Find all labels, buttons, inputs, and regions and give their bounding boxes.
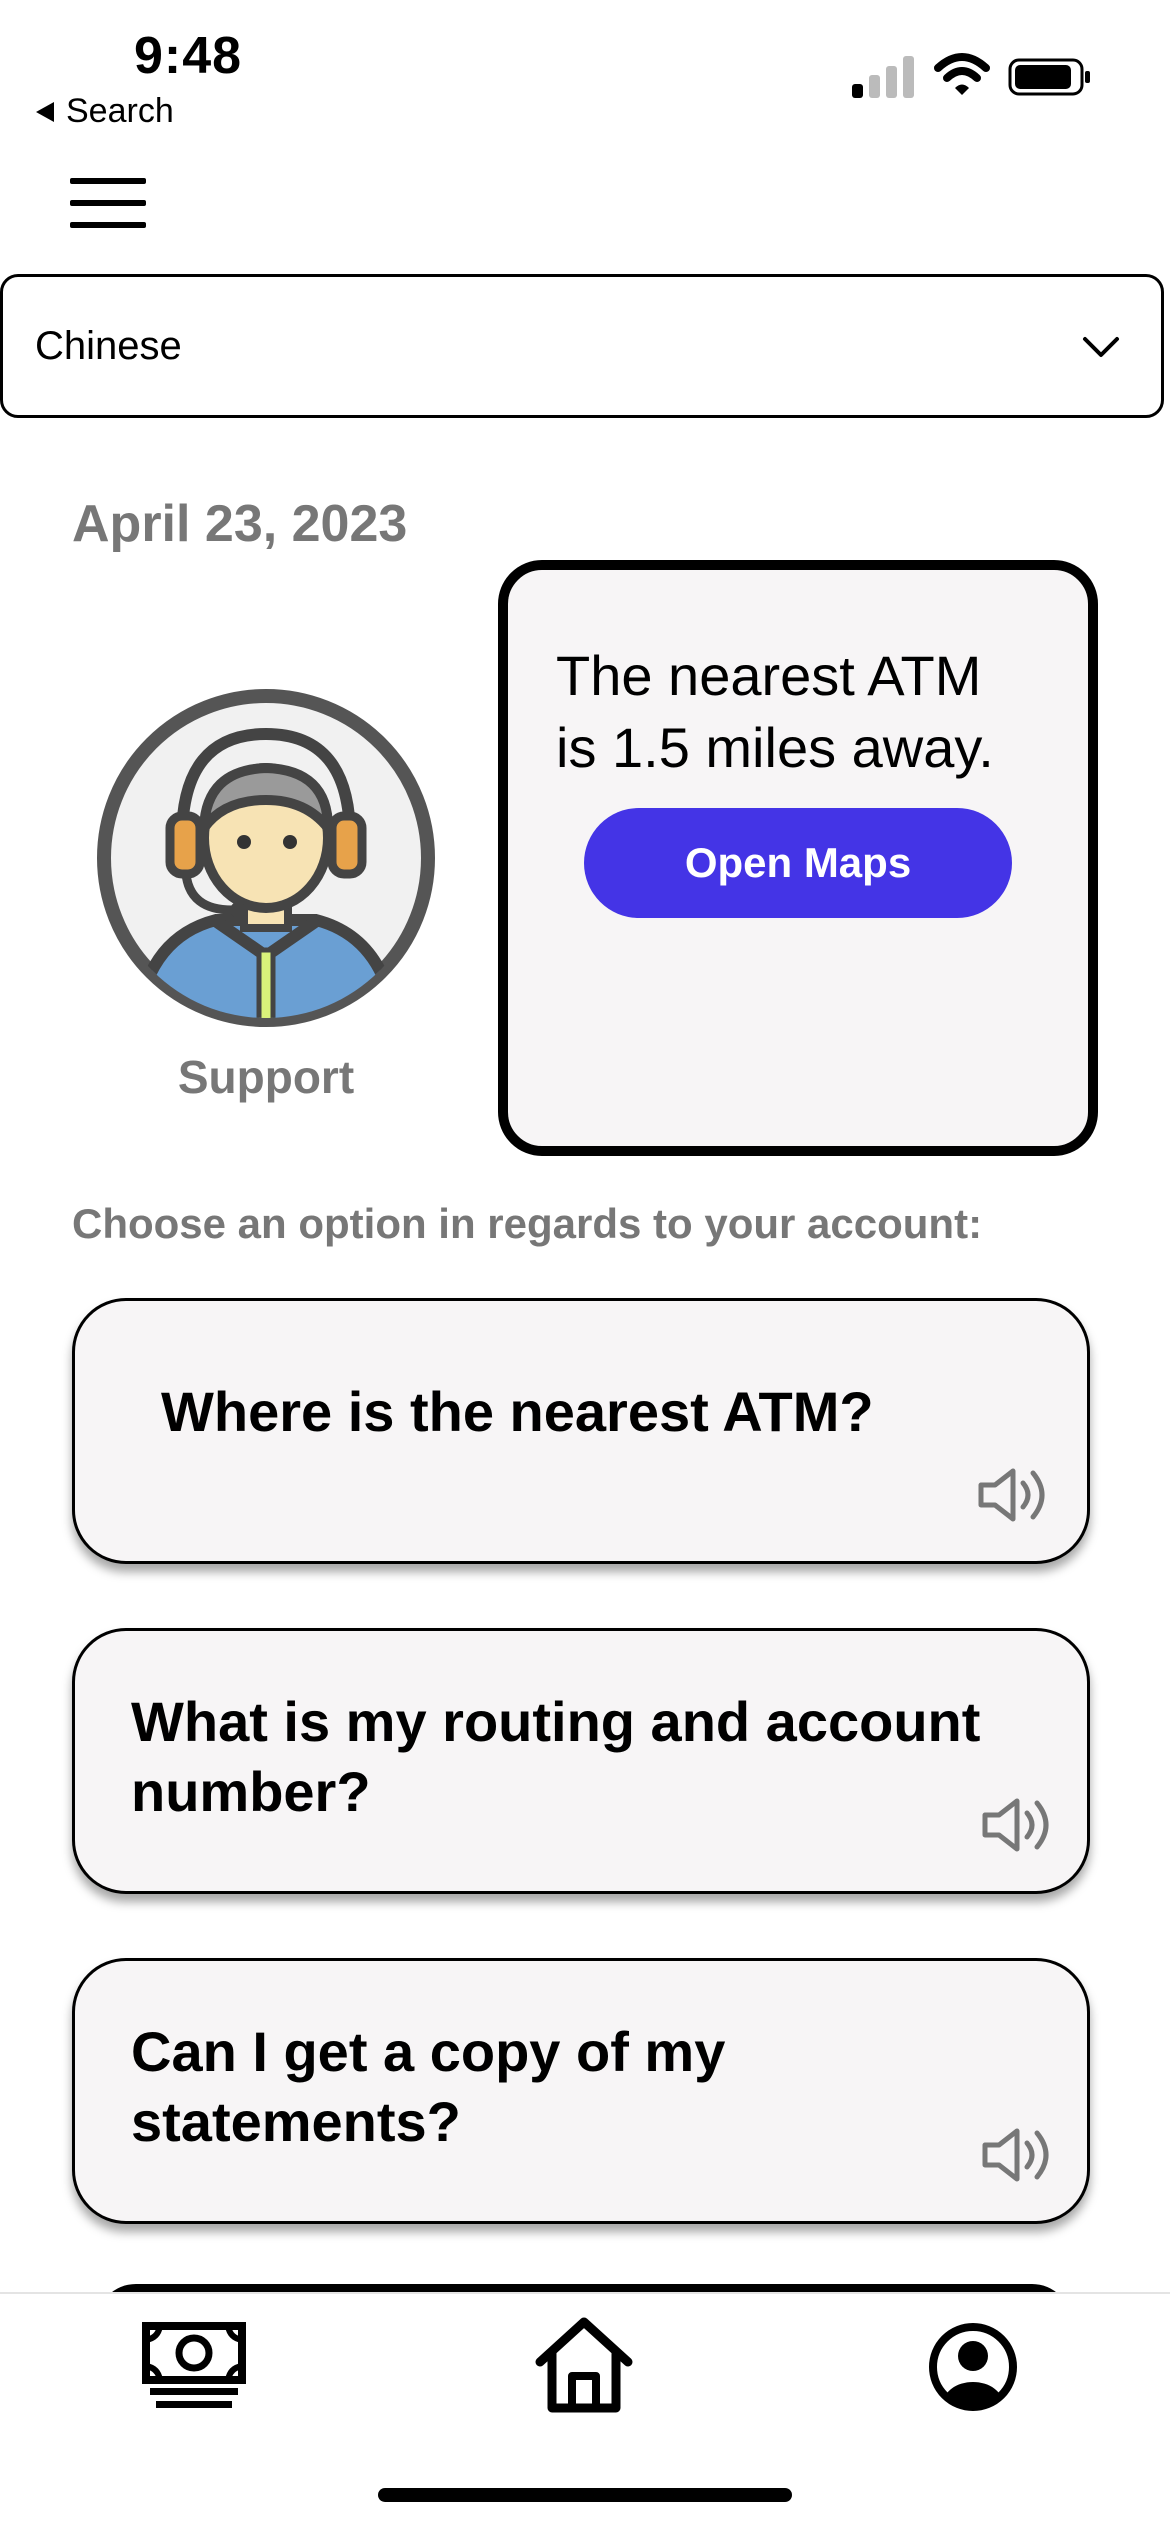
back-label: Search [66,92,174,130]
speaker-icon[interactable] [981,2127,1057,2183]
option-text-line2: statements? [131,2090,461,2153]
home-icon[interactable] [534,2316,634,2414]
speaker-icon[interactable] [981,1797,1057,1853]
back-to-search-link[interactable]: Search [36,92,174,131]
option-copy-of-statements[interactable]: Can I get a copy of my statements? [72,1958,1090,2224]
home-indicator [378,2488,792,2502]
status-time: 9:48 [134,27,243,85]
option-nearest-atm[interactable]: Where is the nearest ATM? [72,1298,1090,1564]
support-label: Support [177,1051,355,1103]
bottom-nav-divider [0,2292,1170,2294]
signal-icon [852,56,914,98]
options-prompt: Choose an option in regards to your acco… [72,1200,983,1247]
option-text-line2: number? [131,1760,371,1823]
option-text-line1: What is my routing and account [131,1690,981,1753]
option-routing-account-number[interactable]: What is my routing and account number? [72,1628,1090,1894]
open-maps-button[interactable]: Open Maps [584,808,1012,918]
atm-message-line2: is 1.5 miles away. [556,716,994,779]
support-agent-headset-icon[interactable] [96,688,436,1028]
hamburger-menu-icon[interactable] [70,178,146,230]
option-text-line1: Can I get a copy of my [131,2020,726,2083]
language-select[interactable]: Chinese [0,274,1164,418]
wifi-icon [934,53,990,95]
option-text-line1: Where is the nearest ATM? [161,1380,874,1443]
date-label: April 23, 2023 [72,495,408,553]
speaker-icon[interactable] [977,1467,1053,1523]
battery-icon [1008,58,1090,96]
money-icon[interactable] [142,2322,246,2410]
atm-message: The nearest ATM is 1.5 miles away. [556,640,1076,784]
chevron-down-icon [1083,337,1119,357]
profile-icon[interactable] [928,2322,1018,2412]
back-arrow-icon [36,101,54,122]
language-selected-value: Chinese [35,323,182,368]
atm-message-line1: The nearest ATM [556,644,982,707]
